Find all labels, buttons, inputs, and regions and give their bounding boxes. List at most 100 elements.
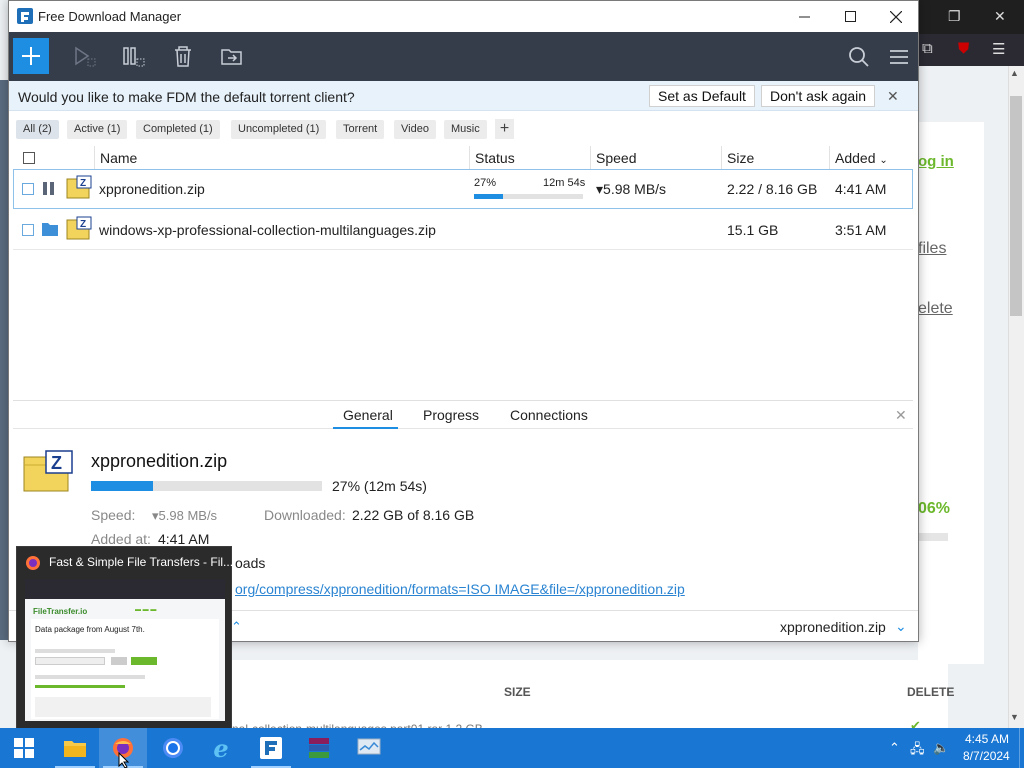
add-download-button[interactable] bbox=[13, 38, 49, 74]
column-size[interactable]: Size bbox=[721, 146, 829, 170]
hamburger-menu-icon[interactable] bbox=[886, 44, 912, 70]
notification-text: Would you like to make FDM the default t… bbox=[18, 89, 355, 105]
file-name: xppronedition.zip bbox=[99, 181, 205, 197]
downloaded-label: Downloaded: bbox=[264, 507, 346, 523]
filter-active[interactable]: Active (1) bbox=[67, 120, 128, 139]
download-speed: ▾5.98 MB/s bbox=[596, 181, 667, 197]
taskbar-thumbnail-preview[interactable]: Fast & Simple File Transfers - Fil... Fi… bbox=[16, 546, 233, 730]
chevron-up-icon[interactable]: ⌃ bbox=[231, 619, 242, 635]
preview-site-logo: FileTransfer.io bbox=[33, 607, 88, 616]
add-filter-button[interactable]: + bbox=[495, 119, 514, 139]
speed-label: Speed: bbox=[91, 507, 136, 523]
pause-all-icon[interactable] bbox=[121, 44, 147, 70]
chrome-icon bbox=[163, 738, 183, 758]
delete-link[interactable]: elete bbox=[918, 300, 953, 318]
chevron-up-icon[interactable]: ⌃ bbox=[889, 740, 900, 756]
winrar-icon bbox=[309, 738, 329, 758]
row-checkbox[interactable] bbox=[22, 183, 34, 195]
window-title: Free Download Manager bbox=[38, 9, 182, 24]
scroll-up-icon[interactable]: ▲ bbox=[1010, 68, 1019, 78]
ublock-icon[interactable]: ⛊ bbox=[958, 40, 969, 57]
close-details-icon[interactable]: ✕ bbox=[895, 407, 907, 424]
close-notification-icon[interactable]: ✕ bbox=[887, 88, 899, 105]
row-checkbox[interactable] bbox=[22, 224, 34, 236]
tab-connections[interactable]: Connections bbox=[510, 407, 588, 423]
login-link[interactable]: og in bbox=[918, 153, 954, 170]
details-progress-bar bbox=[91, 481, 322, 491]
search-icon[interactable] bbox=[846, 44, 872, 70]
taskbar-fdm[interactable] bbox=[247, 728, 295, 768]
close-button[interactable] bbox=[873, 1, 919, 32]
network-icon[interactable]: 🖧 bbox=[910, 740, 925, 762]
preview-button bbox=[111, 657, 127, 665]
tab-progress[interactable]: Progress bbox=[423, 407, 479, 423]
status-percent: 27% bbox=[474, 177, 497, 189]
files-link[interactable]: files bbox=[918, 240, 946, 258]
clock-time[interactable]: 4:45 AM bbox=[965, 732, 1009, 746]
taskbar-winrar[interactable] bbox=[295, 728, 343, 768]
windows-logo-icon bbox=[14, 738, 34, 758]
source-url-link[interactable]: org/compress/xppronedition/formats=ISO I… bbox=[235, 581, 685, 597]
taskbar-task-manager[interactable] bbox=[345, 728, 393, 768]
volume-muted-icon[interactable]: 🔈 bbox=[933, 740, 949, 756]
select-all-checkbox[interactable] bbox=[23, 152, 35, 164]
filter-all[interactable]: All (2) bbox=[16, 120, 59, 139]
start-button[interactable] bbox=[0, 728, 48, 768]
preview-button bbox=[131, 657, 157, 665]
show-desktop-button[interactable] bbox=[1019, 728, 1024, 768]
extensions-icon[interactable]: ⧉ bbox=[922, 40, 933, 57]
column-status[interactable]: Status bbox=[469, 146, 590, 170]
thumbnail-image: FileTransfer.io ▬ ▬ ▬ Data package from … bbox=[25, 579, 225, 721]
download-table-header: Name Status Speed Size Added ⌄ bbox=[13, 146, 913, 170]
fdm-icon bbox=[260, 737, 282, 759]
added-at-label: Added at: bbox=[91, 531, 151, 547]
filter-music[interactable]: Music bbox=[444, 120, 487, 139]
dont-ask-again-button[interactable]: Don't ask again bbox=[761, 85, 876, 107]
preview-browser-bar bbox=[25, 579, 225, 599]
filter-video[interactable]: Video bbox=[394, 120, 436, 139]
column-name[interactable]: Name bbox=[94, 146, 469, 170]
filter-uncompleted[interactable]: Uncompleted (1) bbox=[231, 120, 327, 139]
delete-icon[interactable] bbox=[170, 44, 196, 70]
restore-icon[interactable]: ❐ bbox=[948, 8, 961, 25]
background-toolbar: ⧉ ⛊ ☰ bbox=[918, 34, 1024, 66]
windows-taskbar: e ⌃ 🖧 🔈 4:45 AM 8/7/2024 bbox=[0, 728, 1024, 768]
set-default-button[interactable]: Set as Default bbox=[649, 85, 755, 107]
minimize-button[interactable] bbox=[781, 1, 827, 32]
preview-nav: ▬ ▬ ▬ bbox=[135, 607, 157, 613]
chevron-down-icon[interactable]: ⌄ bbox=[895, 618, 907, 635]
added-at-value: 4:41 AM bbox=[158, 531, 210, 547]
scroll-down-icon[interactable]: ▼ bbox=[1010, 712, 1019, 722]
column-speed[interactable]: Speed bbox=[590, 146, 721, 170]
filter-completed[interactable]: Completed (1) bbox=[136, 120, 220, 139]
taskbar-internet-explorer[interactable]: e bbox=[197, 728, 245, 768]
sort-desc-icon: ⌄ bbox=[879, 155, 888, 166]
close-icon[interactable]: ✕ bbox=[994, 8, 1006, 25]
maximize-button[interactable] bbox=[827, 1, 873, 32]
folder-icon[interactable] bbox=[41, 221, 59, 237]
resume-icon[interactable] bbox=[72, 44, 98, 70]
fdm-logo-icon bbox=[17, 8, 33, 24]
save-folder-path[interactable]: oads bbox=[235, 555, 265, 571]
taskbar-file-explorer[interactable] bbox=[51, 728, 99, 768]
pause-icon[interactable] bbox=[42, 181, 56, 196]
scrollbar-thumb[interactable] bbox=[1010, 96, 1022, 316]
clock-date[interactable]: 8/7/2024 bbox=[963, 749, 1010, 763]
speed-value: ▾5.98 MB/s bbox=[152, 508, 218, 523]
tab-general[interactable]: General bbox=[343, 407, 393, 423]
svg-text:Z: Z bbox=[80, 178, 86, 189]
default-client-notification: Would you like to make FDM the default t… bbox=[9, 81, 918, 111]
close-icon bbox=[890, 10, 902, 23]
added-time: 4:41 AM bbox=[835, 181, 887, 197]
menu-icon[interactable]: ☰ bbox=[992, 40, 1005, 58]
taskbar-chrome[interactable] bbox=[149, 728, 197, 768]
monitor-icon bbox=[357, 738, 381, 755]
fdm-titlebar[interactable]: Free Download Manager bbox=[9, 1, 918, 32]
filter-torrent[interactable]: Torrent bbox=[336, 120, 385, 139]
move-to-folder-icon[interactable] bbox=[219, 44, 245, 70]
preview-heading: Data package from August 7th. bbox=[35, 625, 145, 634]
column-added[interactable]: Added ⌄ bbox=[829, 146, 913, 170]
bottom-filename: xppronedition.zip bbox=[780, 619, 886, 635]
filter-tabs: All (2) Active (1) Completed (1) Uncompl… bbox=[9, 115, 918, 143]
zip-file-icon: Z bbox=[23, 450, 73, 492]
